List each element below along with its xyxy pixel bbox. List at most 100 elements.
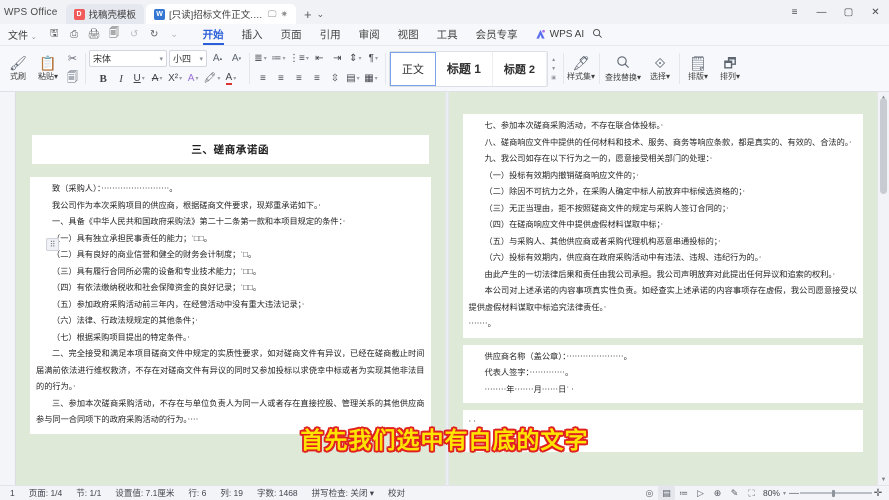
superscript-button[interactable]: X² ▾ <box>167 70 184 87</box>
status-wordcount[interactable]: 字数: 1468 <box>250 487 305 499</box>
increase-font-size-icon[interactable]: A ▴ <box>209 50 226 67</box>
new-tab-button[interactable]: + <box>304 7 312 22</box>
reading-view-icon[interactable]: ▷ <box>692 486 709 500</box>
save-icon[interactable]: 🖫 <box>45 25 64 44</box>
tab-tools[interactable]: 工具 <box>428 24 467 46</box>
ink-pen-icon[interactable]: ✎ <box>726 486 743 500</box>
tab-insert[interactable]: 插入 <box>233 24 272 46</box>
zoom-level-label[interactable]: 80% <box>760 488 783 498</box>
status-setvalue[interactable]: 设置值: 7.1厘米 <box>108 487 181 499</box>
typeset-button[interactable]: 🗒 排版▾ <box>682 47 714 91</box>
decrease-indent-button[interactable]: ⇤ <box>311 50 328 67</box>
underline-button[interactable]: U ▾ <box>131 70 148 87</box>
arrange-button[interactable]: 🗗 排列▾ <box>714 47 746 91</box>
style-normal[interactable]: 正文 <box>389 51 436 86</box>
scroll-down-icon[interactable]: ▼ <box>878 474 889 485</box>
tab-template[interactable]: D 找稿壳模板 <box>65 4 145 24</box>
file-menu-button[interactable]: 文件 ⌄ <box>2 27 43 42</box>
decrease-font-size-icon[interactable]: A ▾ <box>228 50 245 67</box>
redo-icon[interactable]: ↻ <box>145 25 164 44</box>
zoom-knob[interactable] <box>831 489 835 497</box>
scrollbar-thumb[interactable] <box>880 98 887 194</box>
text-effects-button[interactable]: A ▾ <box>185 70 202 87</box>
vertical-scrollbar[interactable]: ▲ ▼ <box>877 92 889 485</box>
style-heading-2[interactable]: 标题 2 <box>493 51 548 86</box>
align-center-button[interactable]: ≡ <box>272 70 289 87</box>
maximize-button[interactable]: ▢ <box>835 0 862 24</box>
tab-member-exclusive[interactable]: 会员专享 <box>467 24 527 46</box>
fullscreen-icon[interactable]: ⛶ <box>743 486 760 500</box>
tab-page[interactable]: 页面 <box>272 24 311 46</box>
status-proofread[interactable]: 校对 <box>381 487 412 499</box>
qat-more-chevron-down-icon[interactable]: ⌄ <box>165 25 184 44</box>
styles-more-icon[interactable]: ▣ <box>551 75 556 81</box>
close-button[interactable]: ✕ <box>862 0 889 24</box>
line-spacing-button[interactable]: ⇕ ▾ <box>347 50 364 67</box>
numbering-button[interactable]: ≔ ▾ <box>270 50 287 67</box>
bold-button[interactable]: B <box>95 70 112 87</box>
font-color-button[interactable]: A ▾ <box>222 70 239 87</box>
zoom-track[interactable] <box>800 489 872 497</box>
status-section[interactable]: 节: 1/1 <box>69 487 108 499</box>
font-family-select[interactable]: 宋体 ▾ <box>89 50 167 67</box>
status-col[interactable]: 列: 19 <box>213 487 250 499</box>
styles-scroll-down-icon[interactable]: ▼ <box>551 66 556 72</box>
star-icon[interactable]: ✷ <box>280 9 288 20</box>
show-marks-button[interactable]: ¶ ▾ <box>365 50 382 67</box>
tab-start[interactable]: 开始 <box>194 24 233 46</box>
print-icon[interactable]: 🖨 <box>85 25 104 44</box>
paragraph-drag-handle-icon[interactable]: ⠿ <box>46 238 59 251</box>
format-brush-button[interactable]: 🖌 式刷 <box>3 47 33 91</box>
shading-button[interactable]: ▤ ▾ <box>344 70 361 87</box>
strikethrough-button[interactable]: A ▾ <box>149 70 166 87</box>
font-size-select[interactable]: 小四 ▾ <box>169 50 207 67</box>
chevron-down-icon: ▾ <box>704 71 709 81</box>
highlight-color-button[interactable]: 🖍 ▾ <box>203 70 222 87</box>
wps-office-logo: WPS Office <box>4 6 58 18</box>
align-left-button[interactable]: ≡ <box>254 70 271 87</box>
styles-scroll-up-icon[interactable]: ▲ <box>551 57 556 63</box>
style-set-button[interactable]: 🖋 样式集▾ <box>566 47 596 91</box>
status-row[interactable]: 行: 6 <box>181 487 213 499</box>
wps-ai-button[interactable]: WPS AI <box>535 29 584 40</box>
borders-button[interactable]: ▦ ▾ <box>362 70 379 87</box>
hamburger-menu-icon[interactable]: ≡ <box>781 0 808 24</box>
zoom-slider[interactable]: — ✛ <box>786 488 884 499</box>
copy-icon[interactable]: 🗐 <box>63 70 82 88</box>
multilevel-list-button[interactable]: ⋮≡ ▾ <box>288 50 310 67</box>
justify-button[interactable]: ≡ <box>308 70 325 87</box>
tab-document-active[interactable]: W [只读]招标文件正文.docx 🖵 ✷ <box>146 4 297 24</box>
distribute-button[interactable]: ⇳ <box>326 70 343 87</box>
chevron-down-icon: ▾ <box>591 71 596 81</box>
ribbon-group-clipboard: 🖌 式刷 📋 粘贴▾ ✂ 🗐 <box>0 46 85 91</box>
window-controls: ≡ — ▢ ✕ <box>781 0 889 24</box>
minimize-button[interactable]: — <box>808 0 835 24</box>
tab-view[interactable]: 视图 <box>389 24 428 46</box>
paste-button[interactable]: 📋 粘贴▾ <box>33 47 63 91</box>
find-replace-button[interactable]: 查找替换▾ <box>602 47 644 91</box>
zoom-out-button[interactable]: — <box>788 488 800 499</box>
status-spellcheck[interactable]: 拼写检查: 关闭 ▾ <box>305 487 381 499</box>
zoom-in-button[interactable]: ✛ <box>872 488 884 499</box>
monitor-icon[interactable]: 🖵 <box>268 9 277 20</box>
eye-icon[interactable]: ◎ <box>641 486 658 500</box>
tab-list-chevron-down-icon[interactable]: ⌄ <box>317 9 325 20</box>
status-page[interactable]: 页面: 1/4 <box>22 487 70 499</box>
print-preview-icon[interactable]: ⎙ <box>65 25 84 44</box>
search-icon[interactable] <box>592 28 603 42</box>
tab-reference[interactable]: 引用 <box>311 24 350 46</box>
align-right-button[interactable]: ≡ <box>290 70 307 87</box>
italic-button[interactable]: I <box>113 70 130 87</box>
outline-view-icon[interactable]: ≔ <box>675 486 692 500</box>
print-direct-icon[interactable]: 🗐 <box>105 25 124 44</box>
undo-icon[interactable]: ↺ <box>125 25 144 44</box>
cut-icon[interactable]: ✂ <box>63 50 82 68</box>
style-heading-1[interactable]: 标题 1 <box>436 51 493 86</box>
web-layout-view-icon[interactable]: ⊕ <box>709 486 726 500</box>
tab-review[interactable]: 审阅 <box>350 24 389 46</box>
page-layout-view-icon[interactable]: ▤ <box>657 486 675 500</box>
select-button[interactable]: ⟐ 选择▾ <box>644 47 676 91</box>
bullets-button[interactable]: ≣ ▾ <box>252 50 269 67</box>
font-row-top: 宋体 ▾ 小四 ▾ A ▴ A ▾ <box>89 50 245 67</box>
increase-indent-button[interactable]: ⇥ <box>329 50 346 67</box>
